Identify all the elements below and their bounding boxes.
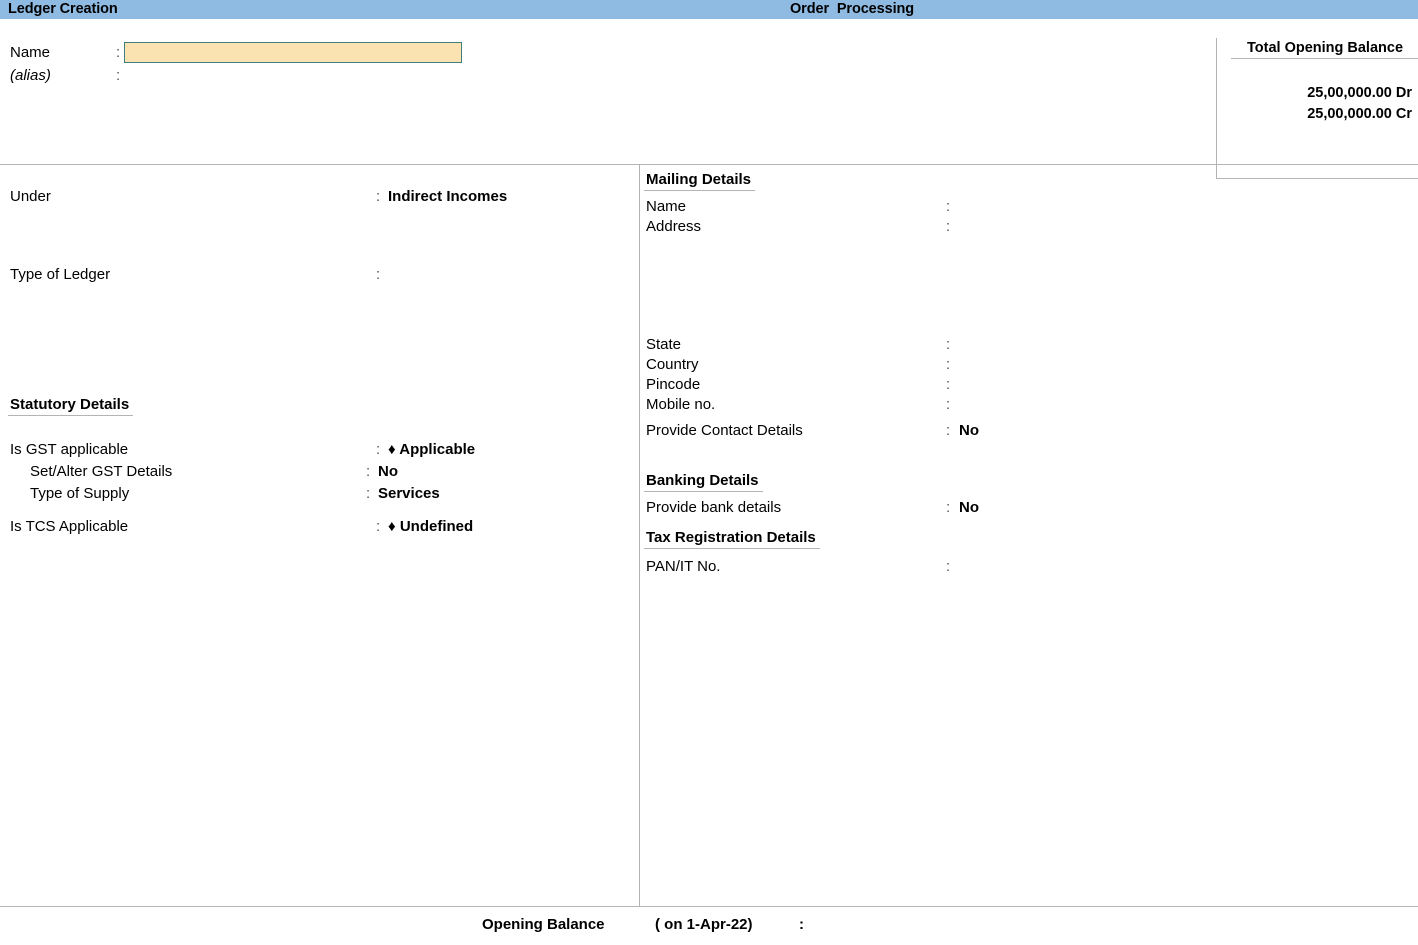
set-alter-gst-details-label: Set/Alter GST Details [30, 463, 173, 480]
pan-it-no-colon: : [946, 558, 951, 575]
alias-label: (alias) [10, 67, 51, 84]
mailing-name-label: Name [646, 198, 687, 215]
mailing-address-colon: : [946, 218, 951, 235]
opening-balance-label: Opening Balance [482, 916, 605, 933]
under-value: Indirect Incomes [388, 188, 508, 205]
is-tcs-applicable-value: ♦ Undefined [388, 518, 474, 535]
title-bar: Ledger Creation Order Processing [0, 0, 1418, 19]
ledger-creation-screen: Ledger Creation Order Processing Name : … [0, 0, 1418, 945]
mailing-name-colon: : [946, 198, 951, 215]
statutory-details-heading: Statutory Details [8, 396, 134, 416]
is-tcs-applicable-label: Is TCS Applicable [10, 518, 129, 535]
pan-it-no-label: PAN/IT No. [646, 558, 721, 575]
provide-contact-details-label: Provide Contact Details [646, 422, 803, 439]
pincode-label: Pincode [646, 376, 701, 393]
under-colon: : [376, 188, 381, 205]
opening-balance-as-on: ( on 1-Apr-22) [655, 916, 753, 933]
screen-title: Ledger Creation [8, 1, 118, 17]
type-of-ledger-label: Type of Ledger [10, 266, 111, 283]
set-alter-gst-details-colon: : [366, 463, 371, 480]
mailing-details-heading: Mailing Details [644, 171, 756, 191]
provide-contact-details-value: No [959, 422, 979, 439]
mobile-no-label: Mobile no. [646, 396, 716, 413]
name-colon: : [116, 44, 121, 61]
right-pane: Mailing Details Name : Address : State :… [640, 164, 1418, 906]
provide-bank-details-value: No [959, 499, 979, 516]
mailing-address-label: Address [646, 218, 702, 235]
pincode-colon: : [946, 376, 951, 393]
mobile-no-colon: : [946, 396, 951, 413]
is-gst-applicable-label: Is GST applicable [10, 441, 129, 458]
left-pane: Under : Indirect Incomes Type of Ledger … [0, 164, 639, 906]
state-colon: : [946, 336, 951, 353]
country-colon: : [946, 356, 951, 373]
state-label: State [646, 336, 682, 353]
opening-balance-footer: Opening Balance ( on 1-Apr-22) : [0, 907, 1418, 945]
country-label: Country [646, 356, 699, 373]
module-title: Order Processing [790, 1, 915, 17]
is-gst-applicable-colon: : [376, 441, 381, 458]
total-opening-balance-panel: Total Opening Balance 25,00,000.00 Dr 25… [1216, 38, 1418, 179]
total-opening-balance-debit: 25,00,000.00 Dr [1307, 85, 1412, 101]
type-of-supply-label: Type of Supply [30, 485, 130, 502]
type-of-supply-colon: : [366, 485, 371, 502]
type-of-ledger-colon: : [376, 266, 381, 283]
total-opening-balance-credit: 25,00,000.00 Cr [1307, 106, 1412, 122]
alias-colon: : [116, 67, 121, 84]
total-opening-balance-title: Total Opening Balance [1231, 40, 1418, 59]
is-tcs-applicable-colon: : [376, 518, 381, 535]
set-alter-gst-details-value: No [378, 463, 398, 480]
type-of-supply-value: Services [378, 485, 440, 502]
provide-contact-details-colon: : [946, 422, 951, 439]
tax-registration-details-heading: Tax Registration Details [644, 529, 820, 549]
banking-details-heading: Banking Details [644, 472, 763, 492]
name-label: Name [10, 44, 51, 61]
name-region: Name : (alias) : Total Opening Balance 2… [0, 19, 1418, 179]
under-label: Under [10, 188, 51, 205]
ledger-name-input[interactable] [124, 42, 462, 63]
opening-balance-colon: : [799, 916, 804, 933]
is-gst-applicable-value: ♦ Applicable [388, 441, 476, 458]
provide-bank-details-colon: : [946, 499, 951, 516]
provide-bank-details-label: Provide bank details [646, 499, 782, 516]
